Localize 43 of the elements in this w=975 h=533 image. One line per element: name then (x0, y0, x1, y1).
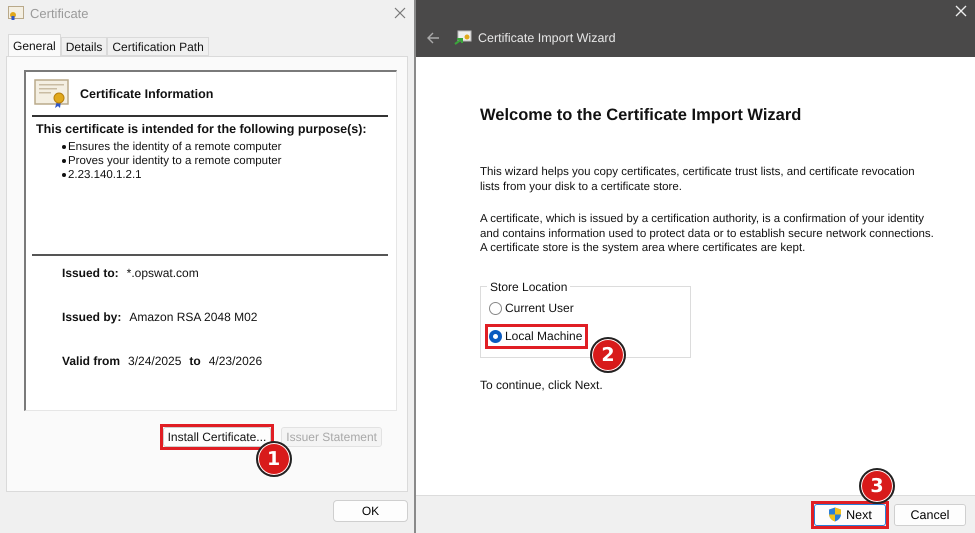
bullet-icon (62, 159, 66, 163)
purpose-item: Proves your identity to a remote computer (68, 154, 282, 168)
wizard-heading: Welcome to the Certificate Import Wizard (480, 106, 802, 125)
close-icon[interactable] (394, 7, 406, 19)
action-button[interactable]: Install Certificate... (162, 427, 272, 447)
radio-button[interactable] (489, 302, 502, 314)
radio-label[interactable]: Current User (505, 301, 574, 315)
ok-button[interactable]: OK (333, 500, 408, 522)
tab[interactable]: General (8, 34, 61, 56)
bullet-icon (62, 173, 66, 177)
step-badge: 3 (859, 468, 895, 504)
radio-label[interactable]: Local Machine (505, 329, 582, 343)
wizard-button[interactable]: Cancel (894, 504, 966, 526)
description-text: A certificate, which is issued by a certification authority, is a confirmation of your identity and contains information used to protect data or to establish secure network connections. A certificate store is the system area where certificates are kept. (480, 212, 935, 256)
tab[interactable]: Details (60, 37, 108, 56)
certificate-import-icon (454, 30, 472, 46)
step-badge: 1 (256, 441, 292, 477)
wizard-title: Certificate Import Wizard (478, 31, 616, 45)
field-label: Valid from (62, 354, 120, 368)
back-arrow-icon[interactable] (426, 32, 440, 44)
step-badge: 2 (590, 336, 626, 372)
purpose-heading: This certificate is intended for the following purpose(s): (36, 122, 368, 136)
purpose-item: Ensures the identity of a remote computer (68, 140, 282, 154)
description-text: This wizard helps you copy certificates, certificate trust lists, and certificate revocation lists from your disk to a certificate store. (480, 165, 916, 194)
field-label: Issued to: (62, 266, 119, 280)
section-title: Certificate Information (80, 86, 214, 100)
wizard-button[interactable]: Next (814, 504, 886, 526)
field-label: Issued by: (62, 310, 122, 324)
purpose-item: 2.23.140.1.2.1 (68, 168, 142, 182)
window-title: Certificate (30, 6, 90, 20)
field-label: to (189, 354, 201, 368)
field-value: Amazon RSA 2048 M02 (129, 310, 258, 324)
field-value: 3/24/2025 (128, 354, 182, 368)
field-value: *.opswat.com (126, 266, 199, 280)
certificate-icon (8, 6, 24, 20)
group-label: Store Location (489, 280, 568, 294)
shield-icon (828, 507, 842, 522)
certificate-icon (34, 78, 70, 108)
hint-text: To continue, click Next. (480, 378, 604, 392)
radio-button[interactable] (489, 330, 502, 342)
bullet-icon (62, 145, 66, 149)
field-value: 4/23/2026 (208, 354, 262, 368)
tab[interactable]: Certification Path (107, 37, 209, 56)
